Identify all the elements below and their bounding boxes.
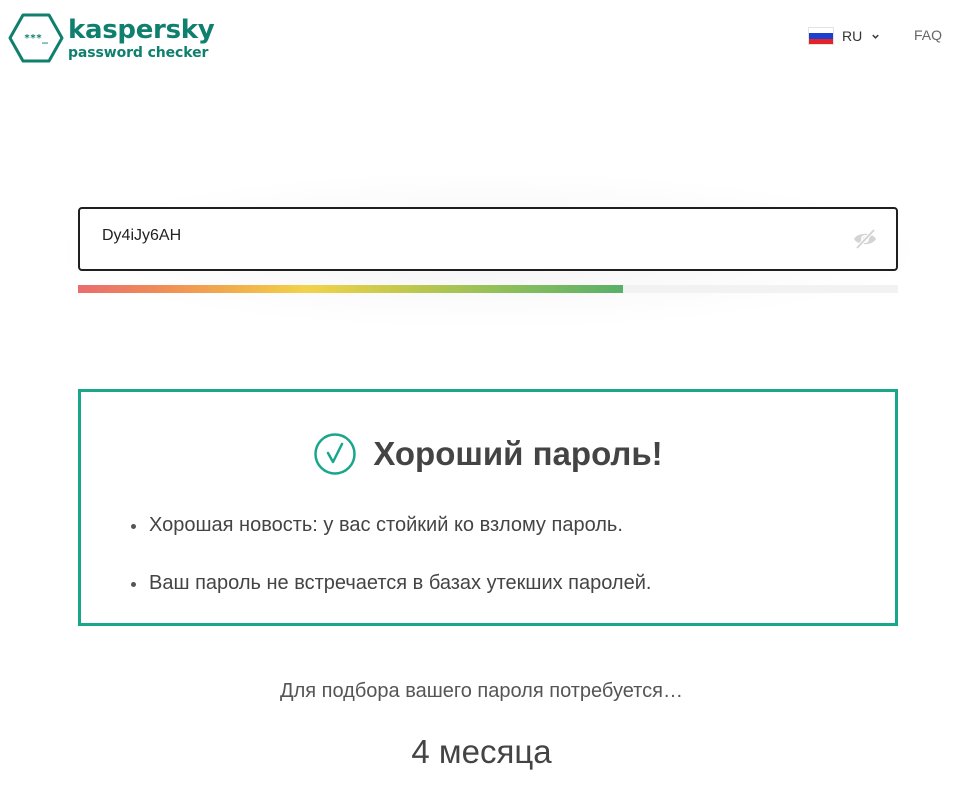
result-card: Хороший пароль! Хорошая новость: у вас с…	[78, 389, 898, 626]
result-list: Хорошая новость: у вас стойкий ко взлому…	[131, 514, 651, 630]
password-input[interactable]	[102, 227, 802, 245]
chevron-down-icon	[872, 34, 879, 39]
russia-flag-icon	[808, 27, 834, 45]
list-item: Хорошая новость: у вас стойкий ко взлому…	[131, 514, 651, 572]
bullet-icon	[131, 524, 136, 529]
brand-name: kaspersky	[68, 14, 215, 45]
faq-link[interactable]: FAQ	[914, 27, 942, 43]
eye-hidden-icon[interactable]	[852, 228, 878, 250]
product-name: password checker	[68, 44, 209, 61]
bullet-icon	[131, 582, 136, 587]
crack-time-label: Для подбора вашего пароля потребуется…	[280, 680, 683, 702]
logo[interactable]: ***_ kaspersky password checker	[8, 12, 215, 64]
language-selector[interactable]: RU	[808, 27, 880, 45]
svg-text:***_: ***_	[24, 33, 49, 44]
strength-meter	[78, 285, 898, 293]
result-bullet-text: Хорошая новость: у вас стойкий ко взлому…	[149, 514, 623, 536]
result-bullet-text: Ваш пароль не встречается в базах утекши…	[149, 572, 652, 594]
list-item: Ваш пароль не встречается в базах утекши…	[131, 572, 651, 630]
language-code: RU	[842, 28, 863, 44]
crack-time-value: 4 месяца	[411, 733, 552, 770]
password-field[interactable]	[78, 207, 898, 271]
result-title: Хороший пароль!	[373, 435, 663, 472]
check-circle-icon	[314, 433, 357, 475]
strength-meter-fill	[78, 285, 624, 293]
password-dots-hexagon-icon: ***_	[8, 13, 64, 63]
